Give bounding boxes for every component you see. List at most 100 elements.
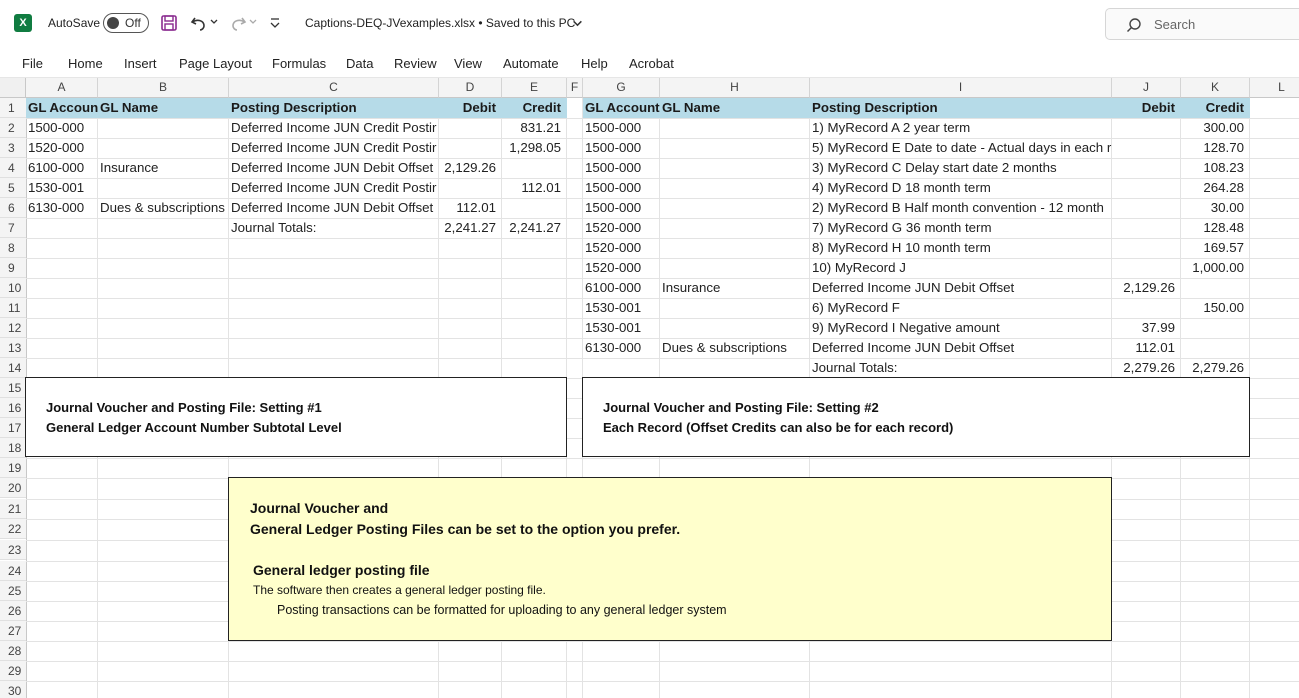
right-cell-credit[interactable]: 1,000.00 [1181,258,1250,278]
row-header[interactable]: 23 [0,540,26,560]
redo-icon[interactable] [228,13,248,33]
right-cell-gl-account[interactable]: 1530-001 [583,298,660,318]
right-cell-gl-account[interactable]: 1500-000 [583,178,660,198]
row-header[interactable]: 28 [0,641,26,661]
column-header-b[interactable]: B [98,78,229,98]
row-header[interactable]: 14 [0,358,26,378]
undo-dropdown-chevron-icon[interactable] [209,17,219,27]
select-all-corner[interactable] [0,78,26,98]
tab-data[interactable]: Data [346,56,373,71]
save-icon[interactable] [159,13,179,33]
tab-help[interactable]: Help [581,56,608,71]
row-header[interactable]: 1 [0,98,26,118]
row-header[interactable]: 26 [0,601,26,621]
row-header[interactable]: 10 [0,278,26,298]
row-header[interactable]: 3 [0,138,26,158]
left-cell-description[interactable]: Deferred Income JUN Credit Postir [229,178,439,198]
right-cell-gl-account[interactable]: 6100-000 [583,278,660,298]
left-header-credit[interactable]: Credit [502,98,567,118]
left-cell-description[interactable]: Deferred Income JUN Debit Offset [229,158,439,178]
column-header-a[interactable]: A [26,78,98,98]
right-cell-gl-account[interactable]: 1520-000 [583,258,660,278]
right-cell-description[interactable]: Deferred Income JUN Debit Offset [810,278,1112,298]
left-cell-description[interactable]: Deferred Income JUN Credit Postir [229,138,439,158]
right-cell-gl-account[interactable]: 1530-001 [583,318,660,338]
customize-toolbar-icon[interactable] [268,16,282,30]
right-cell-gl-name[interactable]: Dues & subscriptions [660,338,810,358]
right-cell-gl-account[interactable]: 1500-000 [583,158,660,178]
left-header-gl-account[interactable]: GL Account [26,98,98,118]
right-cell-description[interactable]: 9) MyRecord I Negative amount [810,318,1112,338]
tab-automate[interactable]: Automate [503,56,559,71]
row-header[interactable]: 29 [0,661,26,681]
left-header-posting-description[interactable]: Posting Description [229,98,439,118]
left-total-credit[interactable]: 2,241.27 [502,218,567,238]
row-header[interactable]: 16 [0,398,26,418]
row-header[interactable]: 11 [0,298,26,318]
row-header[interactable]: 27 [0,621,26,641]
right-cell-description[interactable]: 3) MyRecord C Delay start date 2 months [810,158,1112,178]
left-cell-gl-name[interactable]: Dues & subscriptions [98,198,229,218]
tab-page-layout[interactable]: Page Layout [179,56,252,71]
right-cell-credit[interactable]: 128.48 [1181,218,1250,238]
excel-icon[interactable]: X [14,14,32,32]
redo-dropdown-chevron-icon[interactable] [248,17,258,27]
left-cell-gl-name[interactable]: Insurance [98,158,229,178]
left-cell-credit[interactable]: 1,298.05 [502,138,567,158]
row-header[interactable]: 8 [0,238,26,258]
row-header[interactable]: 15 [0,378,26,398]
setting-1-textbox[interactable]: Journal Voucher and Posting File: Settin… [25,377,567,457]
right-cell-debit[interactable]: 2,129.26 [1112,278,1181,298]
row-header[interactable]: 18 [0,438,26,458]
right-cell-gl-account[interactable]: 1500-000 [583,138,660,158]
right-total-credit[interactable]: 2,279.26 [1181,358,1250,378]
left-cell-debit[interactable]: 2,129.26 [439,158,502,178]
column-header-d[interactable]: D [439,78,502,98]
right-header-gl-account[interactable]: GL Account [583,98,660,118]
row-header[interactable]: 2 [0,118,26,138]
tab-review[interactable]: Review [394,56,437,71]
column-header-k[interactable]: K [1181,78,1250,98]
right-cell-gl-account[interactable]: 1500-000 [583,198,660,218]
right-cell-credit[interactable]: 30.00 [1181,198,1250,218]
right-cell-credit[interactable]: 264.28 [1181,178,1250,198]
row-header[interactable]: 13 [0,338,26,358]
column-header-i[interactable]: I [810,78,1112,98]
right-cell-description[interactable]: 7) MyRecord G 36 month term [810,218,1112,238]
row-header[interactable]: 7 [0,218,26,238]
row-header[interactable]: 4 [0,158,26,178]
right-cell-credit[interactable]: 108.23 [1181,158,1250,178]
column-header-f[interactable]: F [567,78,583,98]
column-header-e[interactable]: E [502,78,567,98]
left-cell-credit[interactable]: 831.21 [502,118,567,138]
column-header-j[interactable]: J [1112,78,1181,98]
row-header[interactable]: 24 [0,561,26,581]
row-header[interactable]: 20 [0,478,26,498]
left-header-debit[interactable]: Debit [439,98,502,118]
row-header[interactable]: 22 [0,519,26,539]
right-total-debit[interactable]: 2,279.26 [1112,358,1181,378]
right-cell-credit[interactable]: 169.57 [1181,238,1250,258]
right-cell-gl-name[interactable]: Insurance [660,278,810,298]
right-cell-gl-account[interactable]: 1520-000 [583,238,660,258]
file-name[interactable]: Captions-DEQ-JVexamples.xlsx • Saved to … [305,16,575,30]
tab-file[interactable]: File [22,56,43,71]
chevron-down-icon[interactable] [572,18,583,29]
left-cell-gl-account[interactable]: 1500-000 [26,118,98,138]
row-header[interactable]: 25 [0,581,26,601]
right-cell-credit[interactable]: 128.70 [1181,138,1250,158]
right-header-gl-name[interactable]: GL Name [660,98,810,118]
left-cell-gl-account[interactable]: 1520-000 [26,138,98,158]
info-note-textbox[interactable]: Journal Voucher and General Ledger Posti… [228,477,1112,641]
right-cell-credit[interactable]: 300.00 [1181,118,1250,138]
search-input[interactable]: Search [1105,8,1299,40]
right-cell-description[interactable]: 2) MyRecord B Half month convention - 12… [810,198,1112,218]
left-total-debit[interactable]: 2,241.27 [439,218,502,238]
left-cell-description[interactable]: Deferred Income JUN Credit Postir [229,118,439,138]
right-cell-description[interactable]: Deferred Income JUN Debit Offset [810,338,1112,358]
row-header[interactable]: 30 [0,681,26,698]
row-header[interactable]: 12 [0,318,26,338]
left-cell-gl-account[interactable]: 6100-000 [26,158,98,178]
right-cell-gl-account[interactable]: 6130-000 [583,338,660,358]
right-journal-totals-label[interactable]: Journal Totals: [810,358,1112,378]
